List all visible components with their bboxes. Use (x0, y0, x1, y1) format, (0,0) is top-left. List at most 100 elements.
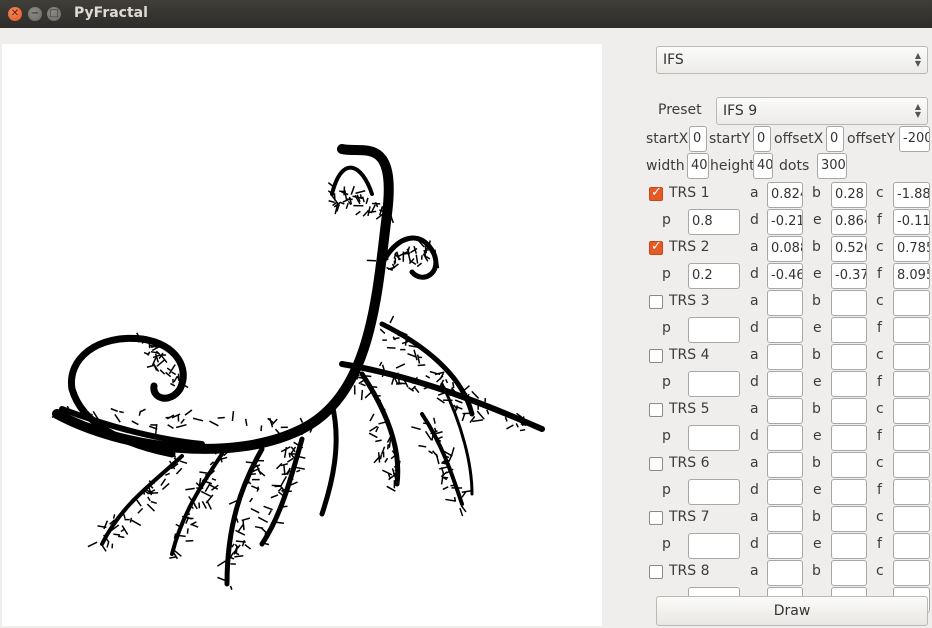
trs-2-f-field[interactable]: 8.095 (893, 263, 930, 289)
trs-5-checkbox[interactable] (649, 403, 663, 417)
fractal-canvas[interactable] (2, 44, 602, 626)
trs-8-c-field[interactable] (893, 560, 930, 586)
trs-7-checkbox[interactable] (649, 511, 663, 525)
trs-5-f-field[interactable] (893, 425, 930, 451)
trs-1-b-field[interactable]: 0.28 (831, 182, 867, 208)
trs-3-b-field[interactable] (831, 290, 867, 316)
trs-3-c-field[interactable] (893, 290, 930, 316)
param-e-label: e (813, 266, 822, 282)
height-field[interactable]: 40 (753, 153, 773, 179)
param-d-label: d (750, 320, 759, 336)
trs-2-d-field[interactable]: -0.46 (767, 263, 803, 289)
param-b-label: b (812, 509, 821, 525)
param-e-label: e (813, 320, 822, 336)
param-c-label: c (876, 455, 884, 471)
fractal-image (51, 144, 545, 591)
trs-3-d-field[interactable] (767, 317, 803, 343)
param-a-label: a (750, 563, 759, 579)
trs-8-checkbox[interactable] (649, 565, 663, 579)
minimize-icon[interactable]: − (28, 7, 42, 21)
offsety-field[interactable]: -200 (899, 126, 930, 152)
param-d-label: d (750, 266, 759, 282)
param-f-label: f (877, 428, 882, 444)
param-b-label: b (812, 563, 821, 579)
trs-7-p-field[interactable] (688, 533, 740, 559)
trs-4-e-field[interactable] (831, 371, 867, 397)
trs-4-b-field[interactable] (831, 344, 867, 370)
trs-6-d-field[interactable] (767, 479, 803, 505)
trs-5-e-field[interactable] (831, 425, 867, 451)
trs-6-b-field[interactable] (831, 452, 867, 478)
trs-2-b-field[interactable]: 0.520 (831, 236, 867, 262)
trs-8-b-field[interactable] (831, 560, 867, 586)
startx-label: startX (646, 131, 689, 147)
trs-4-label: TRS 4 (669, 347, 710, 363)
starty-field[interactable]: 0 (753, 126, 771, 152)
dots-field[interactable]: 300 (817, 153, 847, 179)
trs-4-p-field[interactable] (688, 371, 740, 397)
trs-5-c-field[interactable] (893, 398, 930, 424)
trs-7-c-field[interactable] (893, 506, 930, 532)
trs-3-p-field[interactable] (688, 317, 740, 343)
param-p-label: p (662, 482, 671, 498)
param-c-label: c (876, 185, 884, 201)
trs-6-p-field[interactable] (688, 479, 740, 505)
trs-1-p-field[interactable]: 0.8 (688, 209, 740, 235)
trs-5-d-field[interactable] (767, 425, 803, 451)
param-e-label: e (813, 482, 822, 498)
trs-8-label: TRS 8 (669, 563, 710, 579)
trs-7-f-field[interactable] (893, 533, 930, 559)
trs-6-e-field[interactable] (831, 479, 867, 505)
draw-button[interactable]: Draw (656, 596, 928, 626)
param-b-label: b (812, 455, 821, 471)
trs-5-a-field[interactable] (767, 398, 803, 424)
startx-field[interactable]: 0 (689, 126, 707, 152)
mode-select[interactable]: IFS ▲ ▼ (656, 46, 928, 74)
trs-2-c-field[interactable]: 0.785 (893, 236, 930, 262)
maximize-icon[interactable]: □ (47, 7, 61, 21)
param-a-label: a (750, 185, 759, 201)
trs-3-a-field[interactable] (767, 290, 803, 316)
trs-6-checkbox[interactable] (649, 457, 663, 471)
trs-1-d-field[interactable]: -0.21 (767, 209, 803, 235)
trs-2-e-field[interactable]: -0.37 (831, 263, 867, 289)
trs-6-c-field[interactable] (893, 452, 930, 478)
trs-8-a-field[interactable] (767, 560, 803, 586)
trs-1-c-field[interactable]: -1.88 (893, 182, 930, 208)
param-p-label: p (662, 266, 671, 282)
trs-4-d-field[interactable] (767, 371, 803, 397)
trs-1-checkbox[interactable] (649, 185, 663, 201)
trs-7-d-field[interactable] (767, 533, 803, 559)
trs-3-f-field[interactable] (893, 317, 930, 343)
trs-2-a-field[interactable]: 0.088 (767, 236, 803, 262)
trs-4-c-field[interactable] (893, 344, 930, 370)
trs-5-p-field[interactable] (688, 425, 740, 451)
trs-7-a-field[interactable] (767, 506, 803, 532)
height-label: height (710, 158, 755, 174)
trs-2-checkbox[interactable] (649, 239, 663, 255)
param-a-label: a (750, 455, 759, 471)
trs-7-e-field[interactable] (831, 533, 867, 559)
trs-3-e-field[interactable] (831, 317, 867, 343)
param-a-label: a (750, 347, 759, 363)
trs-4-checkbox[interactable] (649, 349, 663, 363)
trs-1-a-field[interactable]: 0.824 (767, 182, 803, 208)
trs-2-p-field[interactable]: 0.2 (688, 263, 740, 289)
preset-select-value: IFS 9 (723, 103, 758, 119)
param-c-label: c (876, 293, 884, 309)
trs-6-f-field[interactable] (893, 479, 930, 505)
preset-select[interactable]: IFS 9 ▲ ▼ (716, 97, 928, 125)
trs-5-label: TRS 5 (669, 401, 710, 417)
trs-5-b-field[interactable] (831, 398, 867, 424)
param-d-label: d (750, 482, 759, 498)
trs-4-f-field[interactable] (893, 371, 930, 397)
trs-4-a-field[interactable] (767, 344, 803, 370)
trs-6-a-field[interactable] (767, 452, 803, 478)
close-icon[interactable]: ✕ (8, 7, 22, 21)
trs-3-checkbox[interactable] (649, 295, 663, 309)
trs-1-e-field[interactable]: 0.864 (831, 209, 867, 235)
trs-1-f-field[interactable]: -0.11 (893, 209, 930, 235)
offsetx-field[interactable]: 0 (826, 126, 844, 152)
trs-7-b-field[interactable] (831, 506, 867, 532)
width-field[interactable]: 40 (687, 153, 709, 179)
